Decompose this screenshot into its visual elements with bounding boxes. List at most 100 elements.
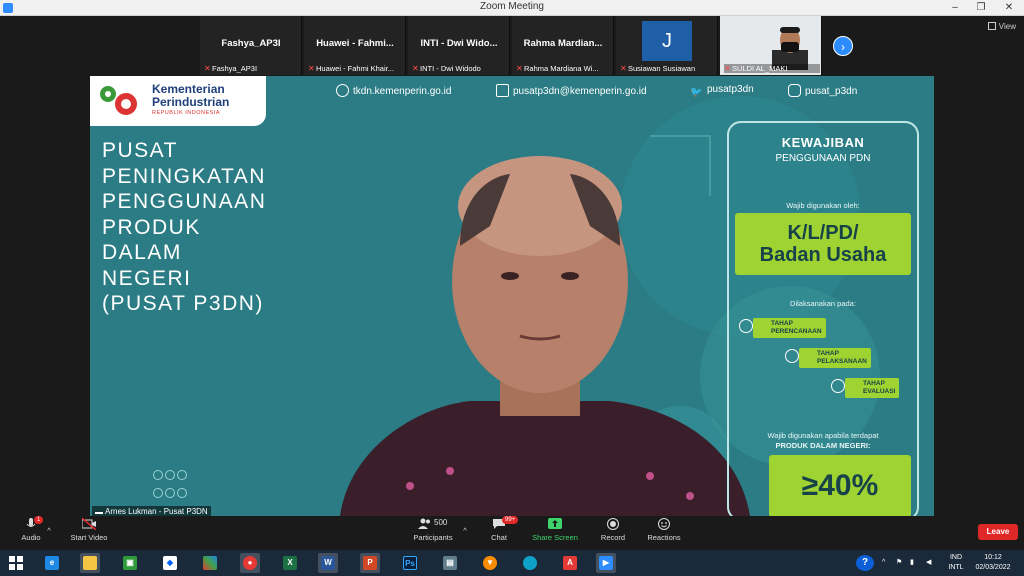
taskbar-zoom[interactable]: ▶ [596, 553, 616, 573]
taskbar-edge[interactable] [520, 553, 540, 573]
participant-initial-avatar: J [642, 21, 692, 61]
view-button[interactable]: View [987, 22, 1016, 31]
participant-video-feed [772, 27, 808, 70]
maximize-icon[interactable]: ❐ [968, 0, 994, 16]
windows-start-button[interactable] [6, 553, 26, 573]
taskbar-file-explorer[interactable] [80, 553, 100, 573]
chat-icon: 99+ [492, 516, 519, 530]
network-app-icon: ▤ [443, 556, 457, 570]
audio-options-chevron-icon[interactable]: ^ [44, 526, 54, 535]
step-planning: TAHAP PERENCANAAN [739, 318, 826, 338]
windows-taskbar: e ▣ ◆ ● X W P Ps ▤ ▼ A ▶ ? ^ ⚑ ▮ ◀ IND I… [0, 550, 1024, 576]
video-off-icon [81, 517, 97, 531]
chat-button[interactable]: 99+ Chat [484, 516, 519, 542]
taskbar-excel[interactable]: X [280, 553, 300, 573]
participant-name: INTI - Dwi Wido... [420, 38, 498, 49]
close-icon[interactable]: ✕ [996, 0, 1022, 16]
signal-icon [95, 508, 103, 514]
participants-options-chevron-icon[interactable]: ^ [460, 526, 470, 535]
taskbar-brave[interactable]: ▼ [480, 553, 500, 573]
ministry-logo: Kementerian Perindustrian REPUBLIK INDON… [90, 76, 266, 126]
participant-label: ✕Rahma Mardiana Wi... [516, 64, 599, 73]
participant-tile[interactable]: J ✕Susiawan Susiawan [616, 16, 718, 75]
flag-icon[interactable]: ⚑ [896, 550, 902, 576]
edge-icon [523, 556, 537, 570]
globe-icon [336, 84, 349, 97]
mic-muted-icon: ✕ [724, 64, 731, 73]
threshold-box: ≥40% [769, 455, 911, 516]
used-by-box: K/L/PD/ Badan Usaha [735, 213, 911, 275]
chevron-right-icon: › [841, 40, 845, 54]
start-video-button[interactable]: Start Video [64, 517, 114, 542]
slide-title: PUSAT PENINGKATAN PENGGUNAAN PRODUK DALA… [102, 139, 267, 315]
gears-icon [785, 349, 799, 363]
photoshop-icon: Ps [403, 556, 417, 570]
mic-muted-icon: ✕ [516, 64, 523, 73]
folder-icon [83, 556, 97, 570]
share-screen-icon [548, 518, 562, 530]
title-bar: Zoom Meeting – ❐ ✕ [0, 0, 1024, 16]
tray-chevron-icon[interactable]: ^ [882, 550, 885, 576]
record-button[interactable]: Record [596, 518, 630, 542]
decorative-dots [152, 468, 188, 504]
meeting-controls: 1 Audio ^ Start Video 500 Participants ^… [0, 516, 1024, 550]
microphone-icon: 1 [24, 516, 44, 530]
next-participants-button[interactable]: › [833, 36, 853, 56]
participants-button[interactable]: 500 Participants [408, 518, 458, 542]
participants-icon: 500 [418, 518, 448, 530]
taskbar-photoshop[interactable]: Ps [400, 553, 420, 573]
volume-icon[interactable]: ◀ [926, 550, 931, 576]
instagram-icon [788, 84, 801, 97]
participant-label: ✕Susiawan Susiawan [620, 64, 696, 73]
store-icon: ▣ [123, 556, 137, 570]
participant-name: Rahma Mardian... [523, 38, 603, 49]
participant-tile[interactable]: INTI - Dwi Wido... ✕INTI - Dwi Widodo [408, 16, 510, 75]
window-title: Zoom Meeting [480, 1, 544, 12]
taskbar-chrome[interactable]: ● [240, 553, 260, 573]
mic-muted-icon: ✕ [308, 64, 315, 73]
taskbar-word[interactable]: W [318, 553, 338, 573]
step-evaluation: TAHAP EVALUASI [831, 378, 900, 398]
participant-name: Fashya_AP3I [221, 38, 281, 49]
taskbar-photos[interactable] [200, 553, 220, 573]
leave-button[interactable]: Leave [978, 524, 1018, 540]
mic-muted-icon: ✕ [620, 64, 627, 73]
mail-icon [496, 84, 509, 97]
taskbar-edge-legacy[interactable]: e [42, 553, 62, 573]
lightbulb-icon [739, 319, 753, 333]
zoom-icon: ▶ [599, 556, 613, 570]
taskbar-powerpoint[interactable]: P [360, 553, 380, 573]
contact-instagram: pusat_p3dn [788, 84, 857, 97]
contact-twitter: 🐦 pusatp3dn [690, 84, 754, 98]
mic-muted-icon: ✕ [204, 64, 211, 73]
participant-label: ✕SULDI AL_MAKI [724, 64, 820, 73]
wifi-icon[interactable]: ▮ [910, 550, 914, 576]
reactions-button[interactable]: Reactions [644, 518, 684, 542]
participant-tile[interactable]: Huawei - Fahmi... ✕Huawei - Fahmi Khair.… [304, 16, 406, 75]
word-icon: W [321, 556, 335, 570]
audio-button[interactable]: 1 Audio [14, 516, 48, 542]
participant-video-tile[interactable]: ✕SULDI AL_MAKI [720, 16, 822, 75]
main-speaker-video: Kementerian Perindustrian REPUBLIK INDON… [90, 76, 934, 516]
windows-logo-icon [9, 556, 23, 570]
taskbar-store[interactable]: ▣ [120, 553, 140, 573]
taskbar-dropbox[interactable]: ◆ [160, 553, 180, 573]
participant-label: ✕Huawei - Fahmi Khair... [308, 64, 394, 73]
taskbar-acrobat[interactable]: A [560, 553, 580, 573]
photos-icon [203, 556, 217, 570]
participant-tile[interactable]: Rahma Mardian... ✕Rahma Mardiana Wi... [512, 16, 614, 75]
minimize-icon[interactable]: – [942, 0, 968, 16]
brave-icon: ▼ [483, 556, 497, 570]
dropbox-icon: ◆ [163, 556, 177, 570]
input-language[interactable]: IND INTL [946, 553, 966, 576]
contact-website: tkdn.kemenperin.go.id [336, 84, 451, 97]
system-clock[interactable]: 10:12 02/03/2022 [968, 553, 1018, 573]
record-icon [606, 518, 620, 530]
checkmark-icon [831, 379, 845, 393]
step-execution: TAHAP PELAKSANAAN [785, 348, 871, 368]
participant-tile[interactable]: Fashya_AP3I ✕Fashya_AP3I [200, 16, 302, 75]
help-icon[interactable]: ? [856, 555, 874, 571]
share-screen-button[interactable]: Share Screen [530, 518, 580, 542]
taskbar-network-app[interactable]: ▤ [440, 553, 460, 573]
acrobat-icon: A [563, 556, 577, 570]
